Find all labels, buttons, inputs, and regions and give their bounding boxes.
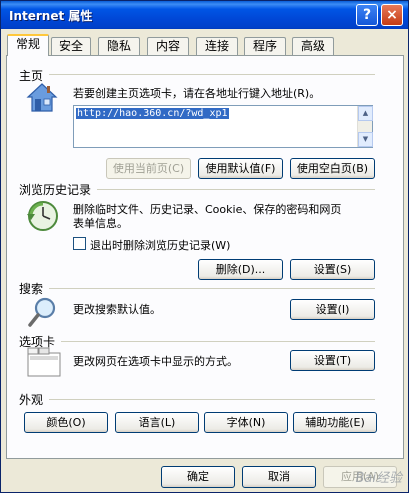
close-icon: × [386,7,398,23]
tab-content-label: 内容 [155,39,180,53]
search-divider [49,288,375,289]
fonts-button[interactable]: 字体(N) [204,412,288,433]
internet-options-window: Internet 属性 ? × 常规 安全 隐私 内容 连接 程序 高级 主页 … [0,0,409,493]
tab-privacy-label: 隐私 [106,39,131,53]
tab-advanced[interactable]: 高级 [292,37,334,55]
homepage-description: 若要创建主页选项卡，请在各地址行键入地址(R)。 [73,87,321,100]
tab-connections[interactable]: 连接 [196,37,238,55]
tab-connections-label: 连接 [204,39,229,53]
delete-on-exit-label[interactable]: 退出时删除浏览历史记录(W) [90,237,230,253]
house-icon [26,83,58,112]
use-default-button[interactable]: 使用默认值(F) [198,158,283,179]
appearance-divider [49,399,375,400]
delete-on-exit-checkbox[interactable] [73,237,86,250]
tab-programs-label: 程序 [252,39,277,53]
cancel-button[interactable]: 取消 [242,466,316,488]
history-section-title: 浏览历史记录 [19,183,92,197]
delete-history-button[interactable]: 删除(D)... [198,259,283,280]
tabs-description: 更改网页在选项卡中显示的方式。 [73,355,238,368]
tab-content[interactable]: 内容 [147,37,189,55]
tabs-divider [61,341,375,342]
ok-button[interactable]: 确定 [161,466,235,488]
tab-programs[interactable]: 程序 [244,37,286,55]
history-clock-icon [27,201,58,231]
tab-general[interactable]: 常规 [7,34,49,56]
tabs-settings-button[interactable]: 设置(T) [290,350,375,371]
tab-security[interactable]: 安全 [51,37,91,55]
homepage-url-textarea[interactable]: http://hao.360.cn/?wd_xp1 ▲ ▼ [73,105,373,148]
tab-advanced-label: 高级 [300,39,325,53]
use-current-button[interactable]: 使用当前页(C) [106,158,191,179]
homepage-divider [49,74,375,75]
homepage-url-value: http://hao.360.cn/?wd_xp1 [76,108,229,119]
tabs-icon [27,347,61,377]
help-button[interactable]: ? [356,4,378,26]
history-description-line2: 表单信息。 [73,217,128,230]
magnifier-icon [28,297,56,327]
search-settings-button[interactable]: 设置(I) [290,299,375,320]
homepage-scrollbar[interactable]: ▲ ▼ [357,106,373,147]
tab-security-label: 安全 [58,39,83,53]
search-description: 更改搜索默认值。 [73,303,161,316]
colors-button[interactable]: 颜色(O) [24,412,108,433]
history-divider [97,189,375,190]
use-blank-button[interactable]: 使用空白页(B) [290,158,375,179]
accessibility-button[interactable]: 辅助功能(E) [293,412,377,433]
languages-button[interactable]: 语言(L) [115,412,199,433]
scroll-up-icon[interactable]: ▲ [358,106,373,121]
close-button[interactable]: × [381,4,403,26]
history-settings-button[interactable]: 设置(S) [290,259,375,280]
window-title: Internet 属性 [9,9,93,23]
tab-privacy[interactable]: 隐私 [98,37,140,55]
tab-general-label: 常规 [15,37,40,51]
help-icon: ? [362,7,372,23]
title-bar[interactable]: Internet 属性 ? × [1,1,408,29]
scroll-down-icon[interactable]: ▼ [358,132,373,147]
watermark-text: Bai经验 [355,471,403,486]
appearance-section-title: 外观 [19,393,44,407]
